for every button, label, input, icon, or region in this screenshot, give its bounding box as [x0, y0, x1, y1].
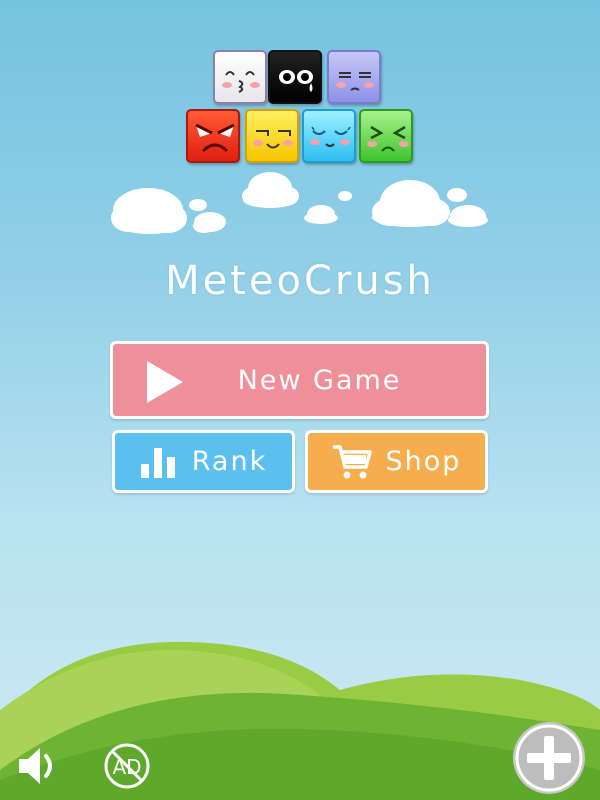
bar-chart-icon — [140, 444, 178, 480]
kissing-face-block-icon — [213, 50, 267, 104]
shop-label: Shop — [385, 446, 462, 477]
rank-label: Rank — [191, 446, 268, 477]
squinting-face-block-icon — [359, 109, 413, 163]
no-ads-icon: AD — [103, 743, 151, 794]
speaker-icon — [16, 748, 66, 794]
cloud — [447, 188, 467, 202]
play-icon — [147, 361, 183, 403]
no-ads-button[interactable]: AD — [103, 742, 151, 790]
cloud — [372, 180, 450, 227]
no-ads-text: AD — [112, 755, 141, 779]
rank-button[interactable]: Rank — [112, 430, 295, 493]
shop-button[interactable]: Shop — [305, 430, 488, 493]
clouds — [111, 172, 488, 234]
cart-icon — [332, 443, 372, 481]
sound-toggle-button[interactable] — [16, 742, 66, 790]
sleepy-face-block-icon — [327, 50, 381, 104]
cloud — [448, 205, 488, 227]
cloud — [189, 199, 207, 211]
cloud — [193, 212, 226, 233]
logo-blocks — [0, 0, 600, 170]
plus-icon — [511, 722, 587, 800]
angry-face-block-icon — [186, 109, 240, 163]
game-title: MeteoCrush — [165, 258, 435, 304]
cloud — [304, 205, 338, 224]
new-game-label: New Game — [237, 364, 402, 396]
more-button[interactable] — [511, 720, 587, 796]
crying-face-block-icon — [268, 50, 322, 104]
cloud — [111, 188, 187, 234]
happy-face-block-icon — [302, 109, 356, 163]
new-game-button[interactable]: New Game — [110, 341, 489, 419]
cloud — [338, 191, 352, 201]
content-face-block-icon — [245, 109, 299, 163]
hills — [0, 641, 600, 800]
cloud — [242, 172, 299, 208]
